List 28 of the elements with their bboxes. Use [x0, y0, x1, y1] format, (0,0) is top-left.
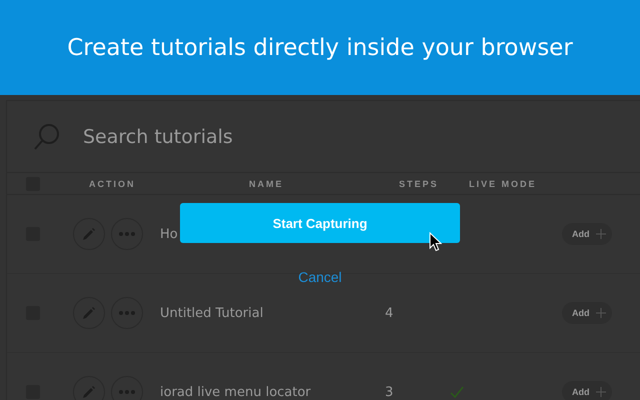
plus-icon: [596, 229, 606, 239]
edit-button[interactable]: [73, 297, 105, 329]
search-field[interactable]: Search tutorials: [83, 126, 483, 148]
step-count: 3: [385, 384, 394, 400]
add-button[interactable]: Add: [562, 302, 612, 324]
pencil-icon: [81, 384, 97, 400]
pencil-icon: [81, 226, 97, 242]
step-count: 4: [385, 306, 394, 320]
pencil-icon: [81, 305, 97, 321]
more-button[interactable]: [111, 376, 143, 400]
edit-button[interactable]: [73, 218, 105, 250]
column-header: STEPS: [399, 178, 440, 188]
edit-button[interactable]: [73, 376, 105, 400]
banner-title: Create tutorials directly inside your browser: [67, 34, 573, 60]
tutorial-name: Untitled Tutorial: [160, 306, 264, 320]
column-header: ACTION: [89, 178, 136, 188]
add-button[interactable]: Add: [562, 381, 612, 400]
tutorial-name: Ho: [160, 226, 179, 242]
cursor-icon: [429, 232, 442, 252]
tutorial-name: iorad live menu locator: [160, 384, 312, 400]
more-button[interactable]: [111, 218, 143, 250]
plus-icon: [596, 308, 606, 318]
column-header: NAME: [249, 178, 284, 188]
column-header: LIVE MODE: [469, 178, 537, 188]
cancel-link[interactable]: Cancel: [294, 267, 346, 287]
plus-icon: [596, 387, 606, 397]
more-button[interactable]: [111, 297, 143, 329]
add-button[interactable]: Add: [562, 223, 612, 245]
